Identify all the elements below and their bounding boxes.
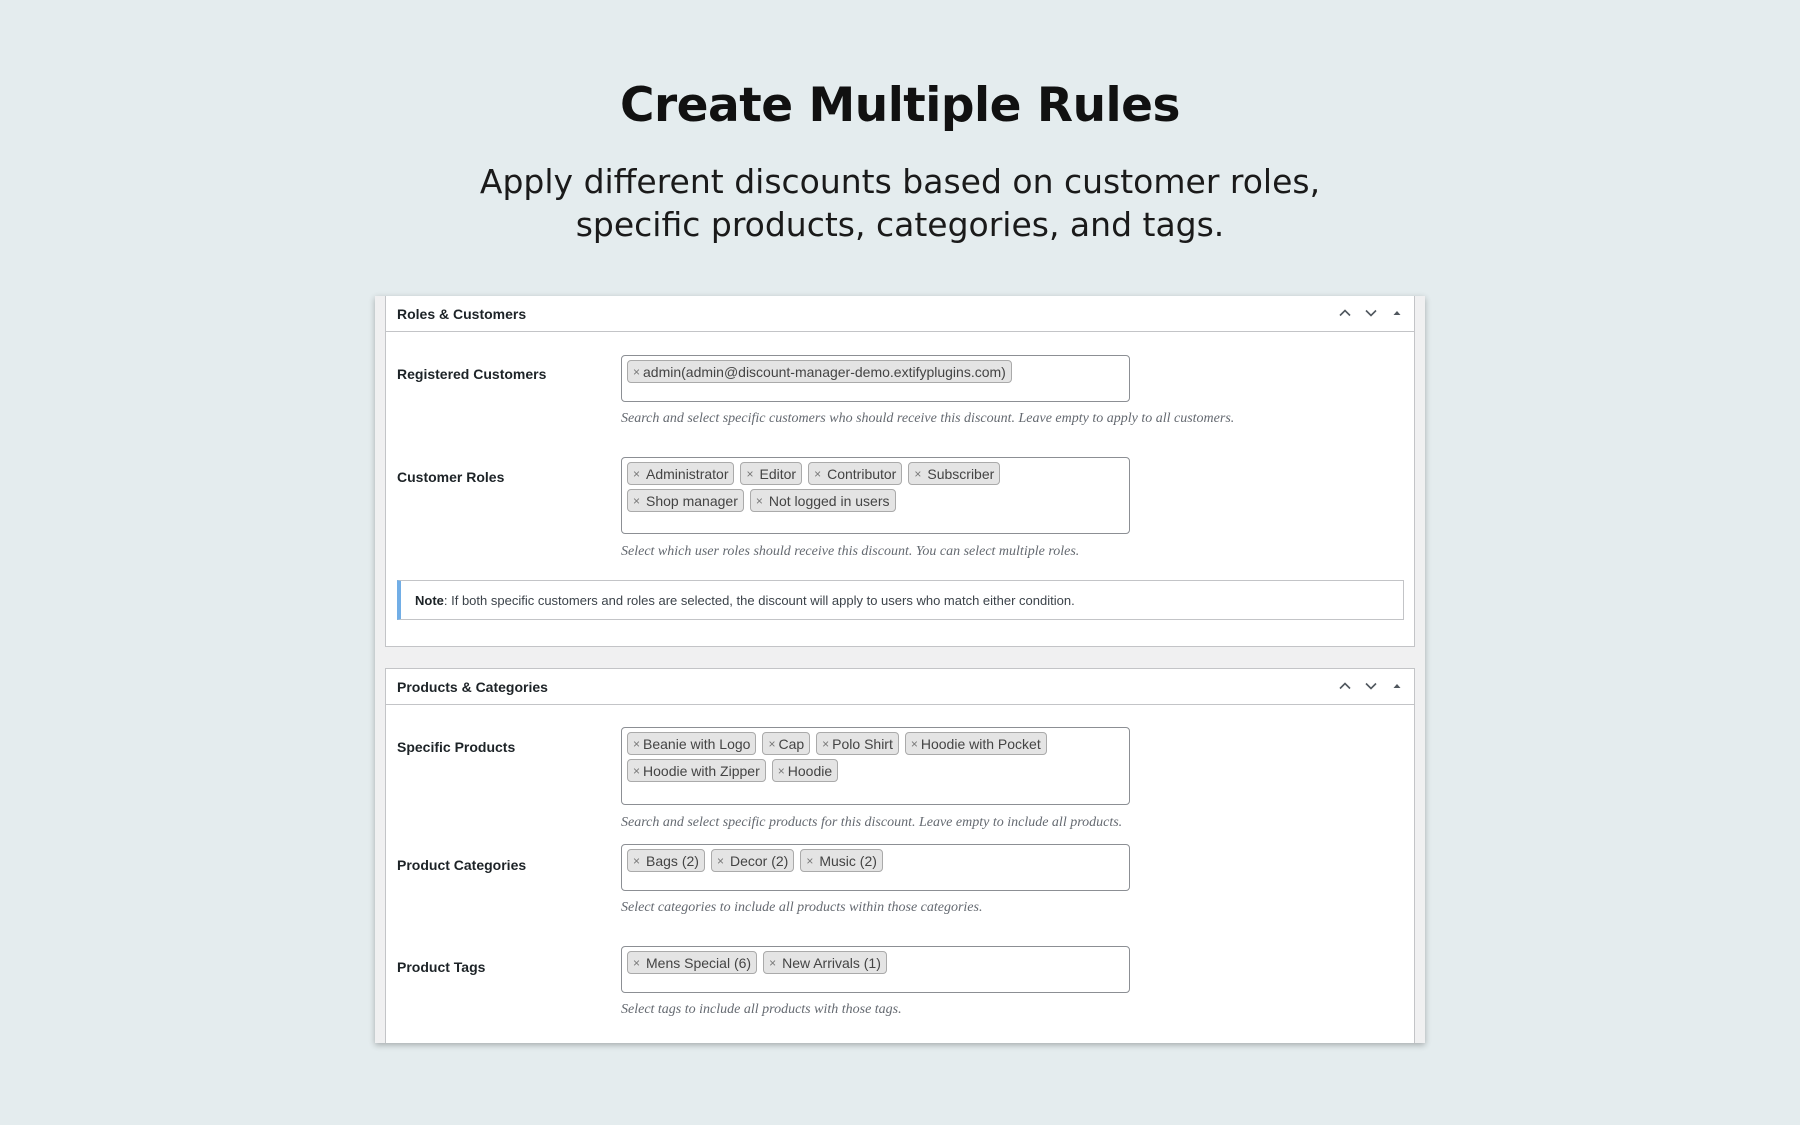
chip: × Subscriber xyxy=(908,462,1001,485)
panel-title: Roles & Customers xyxy=(397,306,527,322)
remove-chip-icon[interactable]: × xyxy=(633,365,640,379)
roles-customers-panel: Roles & Customers Registered Customers ×… xyxy=(385,296,1415,647)
chip: × Editor xyxy=(740,462,803,485)
remove-chip-icon[interactable]: × xyxy=(814,467,821,481)
field-label: Product Categories xyxy=(397,857,527,873)
remove-chip-icon[interactable]: × xyxy=(822,737,829,751)
chip: × Cap xyxy=(762,732,811,755)
hero-subtitle-line-2: specific products, categories, and tags. xyxy=(575,205,1225,244)
field-label: Product Tags xyxy=(397,959,486,975)
remove-chip-icon[interactable]: × xyxy=(914,467,921,481)
chip: × Contributor xyxy=(808,462,903,485)
note-text: : If both specific customers and roles a… xyxy=(443,593,1075,608)
help-text: Select categories to include all product… xyxy=(621,900,983,915)
remove-chip-icon[interactable]: × xyxy=(769,956,776,970)
customer-roles-select[interactable]: × Administrator × Editor × Contributor × Subscr… xyxy=(621,457,1130,534)
hero-title: Create Multiple Rules xyxy=(620,78,1181,133)
remove-chip-icon[interactable]: × xyxy=(911,737,918,751)
field-label: Registered Customers xyxy=(397,366,547,382)
chip: × Beanie with Logo xyxy=(627,732,757,755)
specific-products-select[interactable]: × Beanie with Logo × Cap × Polo Shirt × Hoodie … xyxy=(621,727,1130,805)
chevron-down-icon[interactable] xyxy=(1360,675,1382,697)
help-text: Search and select specific products for … xyxy=(621,815,1123,830)
note-box: Note: If both specific customers and rol… xyxy=(397,580,1404,620)
chevron-up-icon[interactable] xyxy=(1334,675,1356,697)
remove-chip-icon[interactable]: × xyxy=(633,854,640,868)
help-text: Select which user roles should receive t… xyxy=(621,544,1080,559)
registered-customers-select[interactable]: × admin(admin@discount-manager-demo.extif… xyxy=(621,355,1130,402)
field-label: Customer Roles xyxy=(397,469,505,485)
remove-chip-icon[interactable]: × xyxy=(633,494,640,508)
chip: × Hoodie xyxy=(771,759,839,782)
panel-header: Products & Categories xyxy=(386,669,1414,705)
remove-chip-icon[interactable]: × xyxy=(633,956,640,970)
chip: × Not logged in users xyxy=(749,489,896,512)
chip: × Hoodie with Pocket xyxy=(904,732,1047,755)
hero-subtitle: Apply different discounts based on custo… xyxy=(0,160,1800,246)
remove-chip-icon[interactable]: × xyxy=(806,854,813,868)
chip: × Bags (2) xyxy=(627,849,705,872)
remove-chip-icon[interactable]: × xyxy=(746,467,753,481)
chip: × New Arrivals (1) xyxy=(763,951,887,974)
chip: × Decor (2) xyxy=(710,849,795,872)
remove-chip-icon[interactable]: × xyxy=(633,737,640,751)
panel-controls xyxy=(1334,675,1408,697)
remove-chip-icon[interactable]: × xyxy=(717,854,724,868)
help-text: Select tags to include all products with… xyxy=(621,1002,902,1017)
chip: × Shop manager xyxy=(627,489,744,512)
remove-chip-icon[interactable]: × xyxy=(756,494,763,508)
remove-chip-icon[interactable]: × xyxy=(633,764,640,778)
chevron-down-icon[interactable] xyxy=(1360,302,1382,324)
panel-controls xyxy=(1334,302,1408,324)
product-categories-select[interactable]: × Bags (2) × Decor (2) × Music (2) xyxy=(621,844,1130,891)
chevron-up-icon[interactable] xyxy=(1334,302,1356,324)
triangle-up-icon[interactable] xyxy=(1386,675,1408,697)
triangle-up-icon[interactable] xyxy=(1386,302,1408,324)
chip: × Mens Special (6) xyxy=(627,951,758,974)
remove-chip-icon[interactable]: × xyxy=(768,737,775,751)
panel-title: Products & Categories xyxy=(397,679,548,695)
chip: × Polo Shirt xyxy=(816,732,899,755)
panel-header: Roles & Customers xyxy=(386,296,1414,332)
help-text: Search and select specific customers who… xyxy=(621,411,1235,426)
chip: × Music (2) xyxy=(800,849,883,872)
product-tags-select[interactable]: × Mens Special (6) × New Arrivals (1) xyxy=(621,946,1130,993)
remove-chip-icon[interactable]: × xyxy=(778,764,785,778)
hero-subtitle-line-1: Apply different discounts based on custo… xyxy=(479,162,1321,201)
field-label: Specific Products xyxy=(397,739,516,755)
chip: × Administrator xyxy=(627,462,735,485)
chip: × Hoodie with Zipper xyxy=(627,759,766,782)
note-label: Note xyxy=(415,593,444,608)
chip: × admin(admin@discount-manager-demo.extif… xyxy=(627,360,1012,383)
settings-screenshot: Roles & Customers Registered Customers ×… xyxy=(375,296,1425,1043)
products-categories-panel: Products & Categories Specific Products … xyxy=(385,668,1415,1043)
remove-chip-icon[interactable]: × xyxy=(633,467,640,481)
